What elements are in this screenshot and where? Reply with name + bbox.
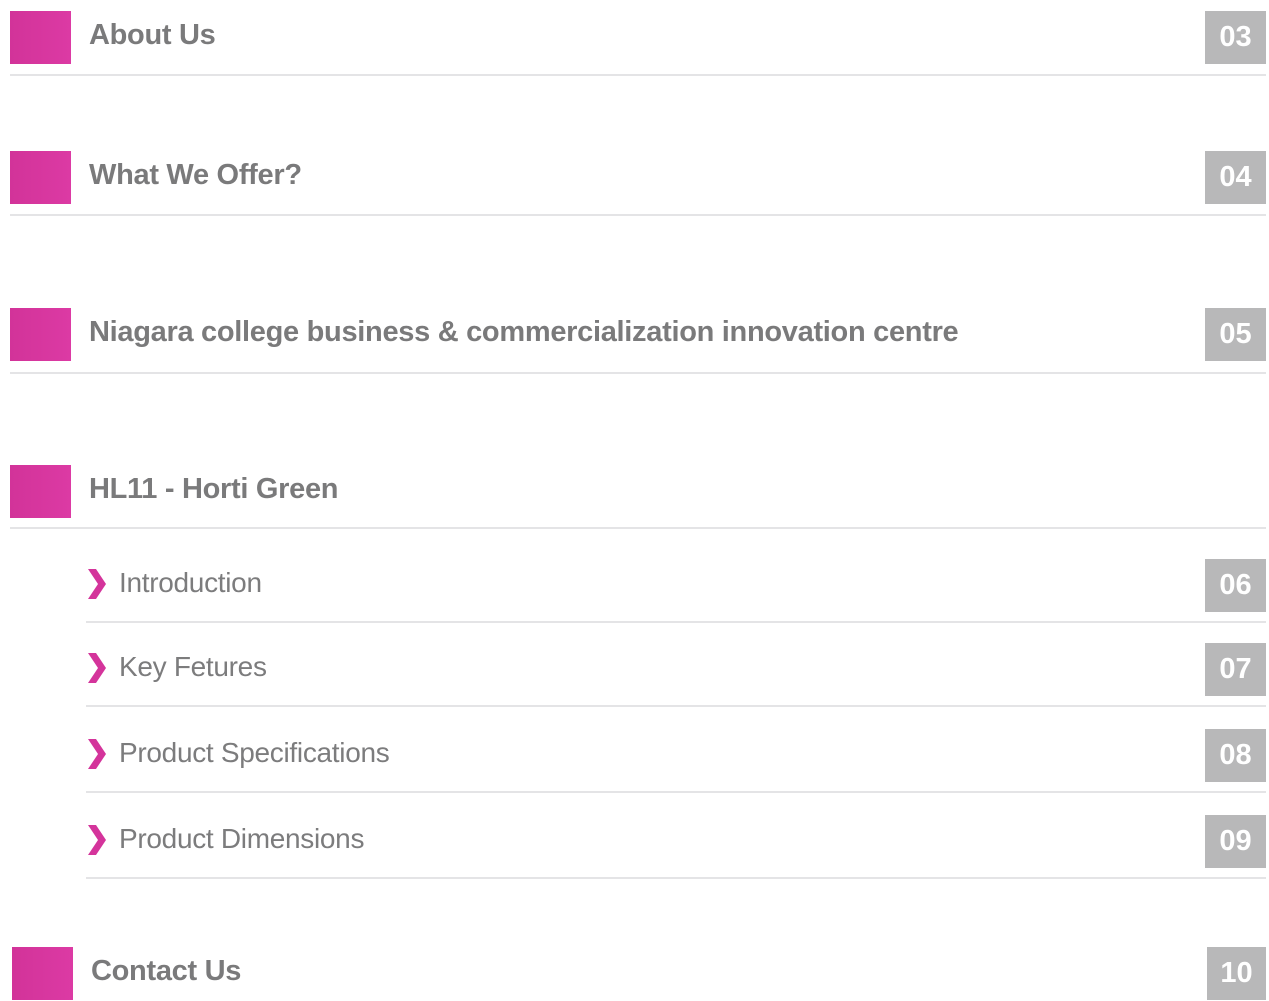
toc-page-niagara: 05 xyxy=(1205,308,1266,361)
toc-page-product-dimensions: 09 xyxy=(1205,815,1266,868)
toc-title-niagara[interactable]: Niagara college business & commercializa… xyxy=(89,316,959,349)
toc-page-key-features: 07 xyxy=(1205,643,1266,696)
divider xyxy=(86,705,1266,707)
toc-title-about-us[interactable]: About Us xyxy=(89,19,216,52)
divider xyxy=(86,621,1266,623)
toc-subitem-introduction[interactable]: Introduction xyxy=(119,567,262,599)
chevron-right-icon xyxy=(88,569,106,599)
divider xyxy=(10,527,1266,529)
toc-title-hl11[interactable]: HL11 - Horti Green xyxy=(89,473,339,506)
divider xyxy=(10,214,1266,216)
toc-page-contact-us: 10 xyxy=(1207,947,1266,1000)
section-marker xyxy=(10,11,71,64)
divider xyxy=(10,372,1266,374)
toc-subitem-product-dimensions[interactable]: Product Dimensions xyxy=(119,823,364,855)
section-marker xyxy=(10,308,71,361)
toc-page-about-us: 03 xyxy=(1205,11,1266,64)
toc-title-what-we-offer[interactable]: What We Offer? xyxy=(89,159,302,192)
divider xyxy=(10,74,1266,76)
chevron-right-icon xyxy=(88,739,106,769)
divider xyxy=(86,877,1266,879)
section-marker xyxy=(10,465,71,518)
chevron-right-icon xyxy=(88,653,106,683)
chevron-right-icon xyxy=(88,825,106,855)
toc-subitem-key-features[interactable]: Key Fetures xyxy=(119,651,267,683)
divider xyxy=(86,791,1266,793)
toc-subitem-product-specifications[interactable]: Product Specifications xyxy=(119,737,390,769)
toc-page-what-we-offer: 04 xyxy=(1205,151,1266,204)
section-marker xyxy=(12,947,73,1000)
toc-page-product-specifications: 08 xyxy=(1205,729,1266,782)
toc-title-contact-us[interactable]: Contact Us xyxy=(91,955,241,988)
section-marker xyxy=(10,151,71,204)
toc-page-introduction: 06 xyxy=(1205,559,1266,612)
